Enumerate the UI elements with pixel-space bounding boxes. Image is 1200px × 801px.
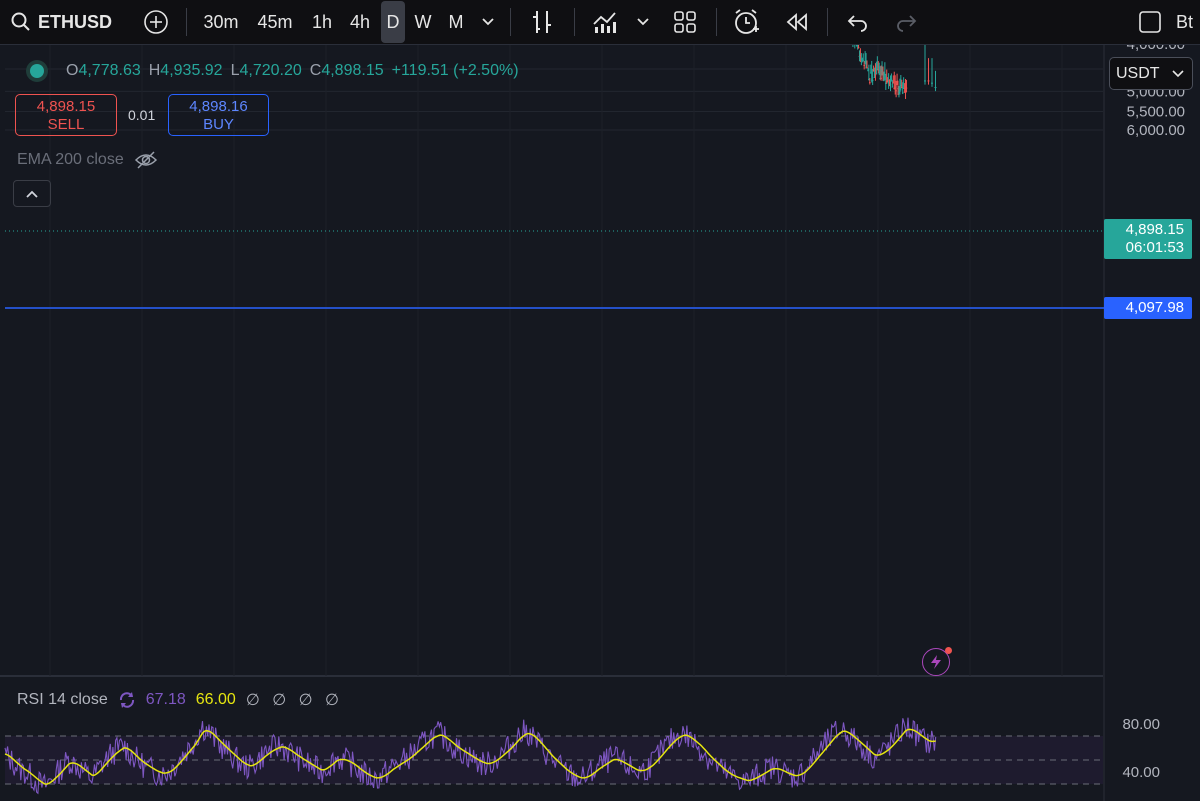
candle-body [857,47,860,49]
alarm-clock-icon [735,9,759,34]
ema-indicator-legend[interactable]: EMA 200 close [17,150,158,170]
low-value: 4,720.20 [239,62,302,79]
plus-circle-icon [144,10,168,34]
low-label: L [230,62,240,79]
candle-body [891,86,894,88]
candle-body [934,86,937,88]
change-value: +119.51 (+2.50%) [391,62,519,79]
interval-d[interactable]: D [381,1,405,43]
chevron-down-icon [482,18,494,26]
candle-body [901,92,904,94]
lightning-alert-button[interactable] [922,647,952,676]
rsi-axis-label: 80.00 [1122,716,1160,733]
add-symbol-button[interactable] [140,0,172,44]
interval-45m[interactable]: 45m [252,0,298,44]
interval-m[interactable]: M [442,0,470,44]
candle-body [899,90,901,92]
truncated-label: Bt [1176,11,1194,32]
rsi-ma-value: 66.00 [195,691,236,708]
candle-body [883,80,885,82]
candle-body [869,82,871,84]
undo-button[interactable] [842,0,872,44]
price-chart[interactable]: 500.001,000.001,500.002,000.002,500.003,… [0,45,1200,801]
indicators-dropdown[interactable] [632,0,654,44]
sell-button[interactable]: 4,898.15 SELL [15,94,117,136]
candle-body [895,90,897,92]
status-dot [30,64,44,78]
interval-4h[interactable]: 4h [344,0,376,44]
candle-body [890,78,893,80]
candle-body [863,64,865,66]
undo-icon [847,15,867,32]
ema-label: EMA 200 close [17,151,124,168]
candle-body [866,67,868,69]
buy-price: 4,898.16 [189,98,248,115]
rsi-null-values: ∅ ∅ ∅ ∅ [245,692,343,709]
currency-label: USDT [1116,64,1160,82]
last-price: 4,898.15 [1125,221,1184,238]
y-tick-label: 4,000.00 [1127,45,1185,53]
collapse-legend-button[interactable] [13,180,51,207]
rsi-value: 67.18 [145,691,186,708]
interval-dropdown[interactable] [476,0,500,44]
y-tick-label: 6,000.00 [1127,122,1185,139]
notification-dot [945,647,952,654]
indicators-button[interactable] [590,0,620,44]
chevron-down-icon [1172,69,1184,77]
symbol-label: ETHUSD [38,11,113,32]
high-label: H [148,62,161,79]
interval-1h[interactable]: 1h [306,0,338,44]
replay-button[interactable] [782,0,812,44]
search-icon [11,12,30,31]
rsi-axis-label: 40.00 [1122,764,1160,781]
open-value: 4,778.63 [78,62,141,79]
candle-body [931,82,933,84]
ohlc-legend: O 4,778.63 H 4,935.92 L 4,720.20 C 4,898.15 … [24,62,527,80]
redo-button[interactable] [892,0,922,44]
close-value: 4,898.15 [321,62,384,79]
layouts-button[interactable] [670,0,700,44]
interval-w[interactable]: W [410,0,436,44]
y-tick-label: 5,500.00 [1127,104,1185,121]
currency-select[interactable]: USDT [1109,57,1193,90]
close-label: C [309,62,322,79]
candle-body [889,84,892,86]
refresh-icon[interactable] [118,691,136,709]
chevron-up-icon [26,190,38,198]
fullscreen-button[interactable] [1136,0,1164,44]
candle-body [924,80,926,82]
candle-body [880,77,882,79]
last-price-badge: 4,898.15 06:01:53 [1104,219,1192,259]
top-toolbar: ETHUSD 30m 45m 1h 4h D W M Bt [0,0,1200,45]
candles-icon [533,11,551,33]
open-label: O [66,62,79,79]
high-value: 4,935.92 [160,62,223,79]
lightning-icon [931,655,941,669]
square-icon [1139,11,1161,33]
alert-button[interactable] [730,0,762,44]
horizontal-line-badge[interactable]: 4,097.98 [1104,297,1192,319]
rewind-icon [786,13,807,31]
chevron-down-icon [637,18,649,26]
symbol-search[interactable]: ETHUSD [10,0,120,44]
spread-value: 0.01 [128,107,156,123]
chart-type-button[interactable] [526,0,558,44]
indicators-icon [593,12,616,33]
sell-label: SELL [47,116,85,133]
interval-30m[interactable]: 30m [198,0,244,44]
sell-price: 4,898.15 [36,98,96,115]
redo-icon [897,15,917,32]
candle-body [875,73,878,75]
buy-label: BUY [203,116,234,133]
grid-icon [674,11,696,33]
candle-body [874,74,877,76]
bar-countdown: 06:01:53 [1125,239,1184,256]
rsi-label: RSI 14 close [17,691,108,708]
rsi-legend[interactable]: RSI 14 close 67.18 66.00 ∅ ∅ ∅ ∅ [17,690,343,710]
eye-off-icon[interactable] [134,150,158,170]
buy-button[interactable]: 4,898.16 BUY [168,94,269,136]
candle-body [905,87,908,89]
candle-body [927,80,930,82]
candle-body [871,79,874,81]
